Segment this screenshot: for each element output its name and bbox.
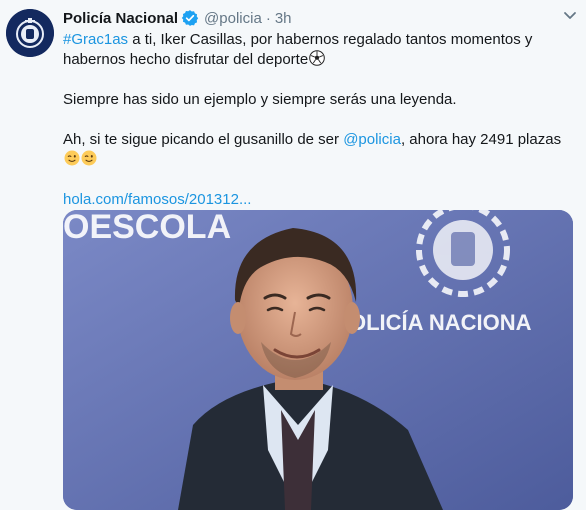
tweet-text-segment: habernos hecho disfrutar del deporte [63, 51, 309, 68]
author-handle[interactable]: @policia [204, 10, 262, 27]
tweet-line: #Grac1as a ti, Iker Casillas, por habern… [63, 30, 573, 50]
tweet-line [63, 150, 573, 170]
tweet-media-image[interactable]: OESCOLA OLICÍA NACIONA [63, 210, 573, 510]
tweet-text: #Grac1as a ti, Iker Casillas, por habern… [63, 30, 573, 210]
tweet-line: hola.com/famosos/201312... [63, 190, 573, 210]
photo-illustration: OESCOLA OLICÍA NACIONA [63, 210, 573, 510]
tweet-header: Policía Nacional @policia · 3h [63, 8, 292, 28]
separator-dot: · [265, 9, 271, 27]
verified-badge-icon [181, 9, 199, 27]
avatar[interactable] [6, 9, 54, 57]
tweet-text-segment: , ahora hay 2491 plazas [400, 131, 562, 148]
soccer-ball-emoji [309, 50, 325, 66]
author-name[interactable]: Policía Nacional [63, 10, 178, 27]
winking-face-emoji [64, 150, 80, 166]
tweet-text-segment: Siempre has sido un ejemplo y siempre se… [63, 91, 457, 108]
banner-text-left: OESCOLA [63, 210, 231, 246]
banner-text-right: OLICÍA NACIONA [349, 310, 532, 335]
more-options-button[interactable] [562, 7, 578, 23]
article-link[interactable]: hola.com/famosos/201312... [63, 191, 251, 208]
tweet-line: Ah, si te sigue picando el gusanillo de … [63, 130, 573, 150]
tweet-timestamp[interactable]: 3h [275, 10, 292, 27]
tweet-text-segment: Ah, si te sigue picando el gusanillo de … [63, 131, 344, 148]
tweet-card[interactable]: Policía Nacional @policia · 3h #Grac1as … [0, 0, 586, 510]
tweet-line: Siempre has sido un ejemplo y siempre se… [63, 90, 573, 110]
hashtag-link[interactable]: #Grac1as [63, 31, 128, 48]
chevron-down-icon [564, 12, 576, 19]
police-shield-icon [6, 9, 54, 57]
mention-link[interactable]: @policia [343, 131, 401, 148]
tweet-line: habernos hecho disfrutar del deporte [63, 50, 573, 70]
winking-face-emoji [81, 150, 97, 166]
tweet-text-segment: a ti, Iker Casillas, por habernos regala… [128, 31, 533, 48]
